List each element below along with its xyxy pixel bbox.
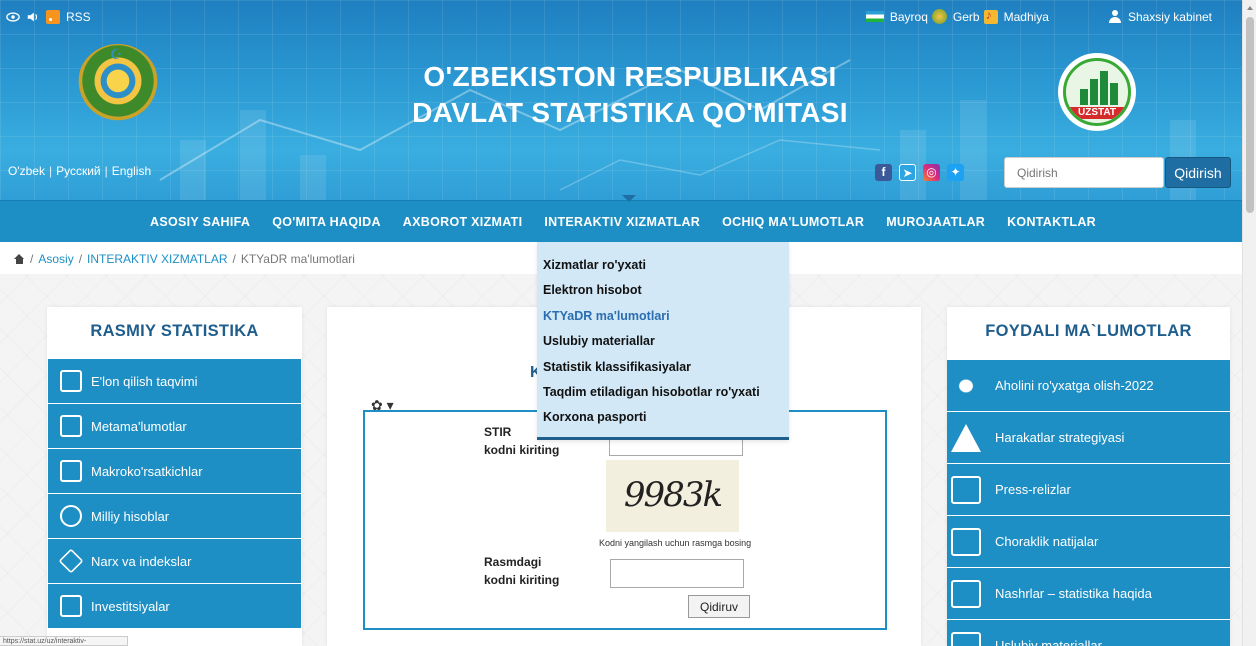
nav-axborot-xizmati[interactable]: AXBOROT XIZMATI: [392, 201, 534, 243]
site-title[interactable]: O'ZBEKISTON RESPUBLIKASI DAVLAT STATISTI…: [400, 59, 860, 131]
accessibility-eye-icon[interactable]: [6, 10, 20, 24]
interaktiv-dropdown-menu: Xizmatlar ro'yxati Elektron hisobot KTYa…: [537, 242, 789, 440]
sidebar-item-quarterly[interactable]: Choraklik natijalar: [947, 516, 1230, 568]
scrollbar-thumb[interactable]: [1246, 17, 1254, 213]
bayroq-link[interactable]: Bayroq: [890, 10, 928, 24]
nav-interaktiv-xizmatlar[interactable]: INTERAKTIV XIZMATLAR: [533, 201, 711, 243]
emblem-icon: [931, 9, 947, 24]
nav-kontaktlar[interactable]: KONTAKTLAR: [996, 201, 1107, 243]
telegram-icon[interactable]: ➤: [899, 164, 916, 181]
site-header: RSS Bayroq Gerb Madhiya Shaxsiy kabinet …: [0, 0, 1242, 200]
nav-ochiq-malumotlar[interactable]: OCHIQ MA'LUMOTLAR: [711, 201, 875, 243]
rss-icon[interactable]: [46, 10, 60, 24]
people-icon: [951, 371, 981, 400]
sidebar-item-elon[interactable]: E'lon qilish taqvimi: [48, 359, 301, 404]
breadcrumb: / Asosiy / INTERAKTIV XIZMATLAR / KTYaDR…: [14, 252, 355, 266]
home-icon[interactable]: [14, 254, 25, 264]
nav-asosiy-sahifa[interactable]: ASOSIY SAHIFA: [140, 201, 261, 243]
breadcrumb-section[interactable]: INTERAKTIV XIZMATLAR: [87, 252, 227, 266]
coins-icon: [60, 595, 82, 617]
captcha-code-input[interactable]: [610, 559, 744, 588]
anthem-icon: [983, 8, 998, 24]
language-switcher: O'zbek | Русский | English: [8, 164, 152, 178]
calendar-icon: [60, 370, 82, 392]
menu-item-klassifikasiyalar[interactable]: Statistik klassifikasiyalar: [537, 355, 789, 380]
scroll-up-icon[interactable]: [1247, 6, 1253, 10]
sidebar-item-publications[interactable]: Nashrlar – statistika haqida: [947, 568, 1230, 620]
social-links: f ➤ ◎ ✦: [875, 164, 964, 181]
uzstat-logo[interactable]: UZSTAT: [1058, 53, 1136, 131]
page-scrollbar[interactable]: [1242, 0, 1256, 646]
breadcrumb-current: KTYaDR ma'lumotlari: [240, 252, 355, 266]
sidebar-item-census[interactable]: Aholini ro'yxatga olish-2022: [947, 360, 1230, 412]
right-panel-title: FOYDALI MA`LUMOTLAR: [985, 322, 1192, 340]
menu-item-ktyadr[interactable]: KTYaDR ma'lumotlari: [537, 304, 789, 329]
sidebar-item-makro[interactable]: Makroko'rsatkichlar: [48, 449, 301, 494]
state-emblem-logo[interactable]: [77, 44, 159, 126]
user-icon: [1108, 10, 1121, 23]
breadcrumb-home[interactable]: Asosiy: [38, 252, 73, 266]
presentation-icon: [951, 527, 981, 556]
globe-icon: [60, 505, 82, 527]
sound-icon[interactable]: [26, 10, 40, 24]
monument-icon: [951, 423, 981, 452]
menu-item-xizmatlar[interactable]: Xizmatlar ro'yxati: [537, 253, 789, 278]
topbar-right: Bayroq Gerb Madhiya Shaxsiy kabinet: [865, 8, 1212, 24]
browser-status-bar: https://stat.uz/uz/interaktiv-xizmatlar/…: [0, 636, 128, 646]
sidebar-item-strategy[interactable]: Harakatlar strategiyasi: [947, 412, 1230, 464]
sidebar-item-milliy[interactable]: Milliy hisoblar: [48, 494, 301, 539]
book-icon: [951, 579, 981, 608]
search-button[interactable]: Qidirish: [1165, 157, 1231, 188]
madhiya-link[interactable]: Madhiya: [1004, 10, 1049, 24]
newspaper-icon: [951, 475, 981, 504]
instagram-icon[interactable]: ◎: [923, 164, 940, 181]
main-nav: ASOSIY SAHIFA QO'MITA HAQIDA AXBOROT XIZ…: [0, 195, 1242, 243]
menu-item-uslubiy[interactable]: Uslubiy materiallar: [537, 329, 789, 354]
menu-item-elektron-hisobot[interactable]: Elektron hisobot: [537, 278, 789, 303]
flag-icon: [865, 11, 884, 22]
lang-en[interactable]: English: [112, 164, 151, 178]
captcha-hint: Kodni yangilash uchun rasmga bosing: [599, 538, 752, 548]
gerb-link[interactable]: Gerb: [953, 10, 980, 24]
topbar-left: RSS: [6, 10, 91, 24]
open-book-icon: [951, 631, 981, 646]
documents-icon: [60, 415, 82, 437]
lang-ru[interactable]: Русский: [56, 164, 101, 178]
sidebar-item-narx[interactable]: Narx va indekslar: [48, 539, 301, 584]
sidebar-item-methodology[interactable]: Uslubiy materiallar: [947, 620, 1230, 646]
lang-uz[interactable]: O'zbek: [8, 164, 45, 178]
nav-caret-icon: [622, 195, 636, 202]
nav-murojaatlar[interactable]: MUROJAATLAR: [875, 201, 996, 243]
tag-icon: [58, 548, 84, 574]
nav-qomita-haqida[interactable]: QO'MITA HAQIDA: [261, 201, 392, 243]
menu-item-korxona[interactable]: Korxona pasporti: [537, 405, 789, 430]
rss-link[interactable]: RSS: [66, 10, 91, 24]
stir-input[interactable]: [609, 438, 743, 456]
useful-info-panel: FOYDALI MA`LUMOTLAR Aholini ro'yxatga ol…: [947, 307, 1230, 646]
twitter-icon[interactable]: ✦: [947, 164, 964, 181]
search-input[interactable]: [1004, 157, 1164, 188]
sidebar-item-metamalumotlar[interactable]: Metama'lumotlar: [48, 404, 301, 449]
left-panel-title: RASMIY STATISTIKA: [90, 322, 259, 340]
search-submit-button[interactable]: Qidiruv: [688, 595, 750, 618]
chart-icon: [60, 460, 82, 482]
sidebar-item-investitsiyalar[interactable]: Investitsiyalar: [48, 584, 301, 629]
menu-item-hisobotlar[interactable]: Taqdim etiladigan hisobotlar ro'yxati: [537, 380, 789, 405]
captcha-image[interactable]: 9983k: [606, 460, 739, 532]
cabinet-link[interactable]: Shaxsiy kabinet: [1128, 10, 1212, 24]
official-statistics-panel: RASMIY STATISTIKA E'lon qilish taqvimi M…: [47, 307, 302, 646]
sidebar-item-press[interactable]: Press-relizlar: [947, 464, 1230, 516]
captcha-code-label: Rasmdagi kodni kiriting: [484, 555, 560, 587]
facebook-icon[interactable]: f: [875, 164, 892, 181]
